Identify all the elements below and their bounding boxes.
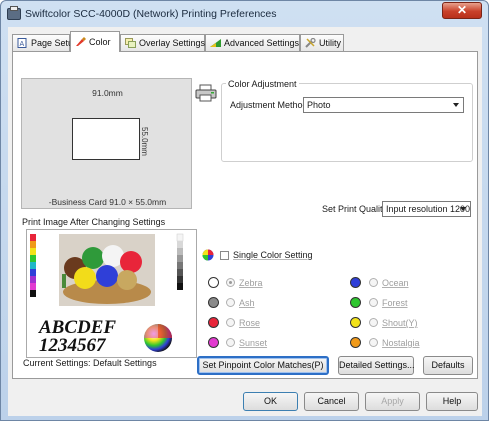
tab-color[interactable]: Color: [70, 31, 120, 52]
shout-radio[interactable]: [369, 318, 378, 327]
paper-width-label: 91.0mm: [92, 88, 123, 98]
tab-advanced-settings[interactable]: Advanced Settings: [205, 34, 300, 51]
adjustment-method-select[interactable]: Photo: [303, 97, 464, 113]
chevron-down-icon: [460, 207, 466, 211]
nostalgia-color-icon: [350, 337, 361, 348]
ash-radio[interactable]: [226, 298, 235, 307]
forest-radio[interactable]: [369, 298, 378, 307]
close-button[interactable]: ✕: [442, 2, 482, 19]
detailed-settings-button[interactable]: Detailed Settings...: [338, 356, 415, 375]
color-brush-icon: [76, 37, 86, 46]
utility-tools-icon: [305, 38, 316, 48]
paper-outline: [72, 118, 140, 160]
ocean-color-icon: [350, 277, 361, 288]
chevron-down-icon: [453, 103, 459, 107]
ocean-option-label: Ocean: [382, 278, 409, 288]
title-bar[interactable]: Swiftcolor SCC-4000D (Network) Printing …: [1, 1, 488, 27]
sample-print-image: ABCDEF 1234567: [26, 229, 197, 358]
help-button[interactable]: Help: [426, 392, 478, 411]
adjustment-method-value: Photo: [307, 100, 331, 110]
sunset-radio[interactable]: [226, 338, 235, 347]
single-color-checkbox[interactable]: [220, 251, 229, 260]
single-color-label: Single Color Setting: [233, 250, 313, 260]
zebra-option-label: Zebra: [239, 278, 263, 288]
print-quality-select[interactable]: Input resolution 1200dpi: [382, 201, 471, 217]
svg-text:A: A: [20, 41, 25, 48]
paper-size-label: -Business Card 91.0 × 55.0mm: [48, 197, 167, 207]
printer-icon: [195, 84, 217, 102]
nostalgia-option-label: Nostalgia: [382, 338, 420, 348]
color-adjustment-group: Color Adjustment Adjustment Method Photo: [221, 79, 473, 162]
color-tab-panel: 91.0mm 55.0mm -Business Card 91.0 × 55.0…: [12, 51, 478, 379]
print-quality-label: Set Print Quality: [322, 204, 388, 214]
ocean-radio[interactable]: [369, 278, 378, 287]
printing-preferences-window: Swiftcolor SCC-4000D (Network) Printing …: [0, 0, 489, 421]
single-color-icon: [202, 249, 214, 261]
shout-option-label: Shout(Y): [382, 318, 418, 328]
zebra-radio[interactable]: [226, 278, 235, 287]
sample-yarn-image: ABCDEF 1234567: [30, 233, 184, 356]
ash-option-label: Ash: [239, 298, 255, 308]
advanced-settings-icon: [210, 39, 221, 47]
tab-page-setup[interactable]: A Page Setup: [12, 34, 78, 51]
tab-label: Utility: [319, 38, 341, 48]
tab-label: Advanced Settings: [224, 38, 300, 48]
ash-color-icon: [208, 297, 219, 308]
zebra-color-icon: [208, 277, 219, 288]
overlay-icon: [125, 38, 136, 48]
tab-overlay-settings[interactable]: Overlay Settings: [120, 34, 205, 51]
defaults-button[interactable]: Defaults: [423, 356, 473, 375]
apply-button[interactable]: Apply: [365, 392, 420, 411]
adjustment-method-label: Adjustment Method: [230, 100, 308, 110]
nostalgia-radio[interactable]: [369, 338, 378, 347]
page-setup-icon: A: [17, 38, 27, 48]
sample-section-label: Print Image After Changing Settings: [22, 217, 166, 227]
tab-label: Overlay Settings: [139, 38, 206, 48]
ok-button[interactable]: OK: [243, 392, 298, 411]
rose-radio[interactable]: [226, 318, 235, 327]
cancel-button[interactable]: Cancel: [304, 392, 359, 411]
color-adjustment-legend: Color Adjustment: [226, 79, 299, 89]
window-title: Swiftcolor SCC-4000D (Network) Printing …: [25, 8, 277, 20]
print-quality-value: Input resolution 1200dpi: [386, 204, 471, 214]
tab-label: Color: [89, 37, 111, 47]
set-pinpoint-color-button[interactable]: Set Pinpoint Color Matches(P): [197, 356, 329, 375]
tab-utility[interactable]: Utility: [300, 34, 344, 51]
sample-text-line2: 1234567: [39, 335, 107, 356]
dialog-client-area: A Page Setup Color Overlay Settings Adva…: [8, 27, 482, 416]
current-settings-label: Current Settings: Default Settings: [23, 358, 157, 368]
shout-color-icon: [350, 317, 361, 328]
paper-preview: 91.0mm 55.0mm -Business Card 91.0 × 55.0…: [21, 78, 192, 209]
sunset-option-label: Sunset: [239, 338, 268, 348]
rose-color-icon: [208, 317, 219, 328]
rose-option-label: Rose: [239, 318, 261, 328]
printer-app-icon: [7, 6, 21, 20]
sunset-color-icon: [208, 337, 219, 348]
forest-option-label: Forest: [382, 298, 408, 308]
forest-color-icon: [350, 297, 361, 308]
paper-height-label: 55.0mm: [140, 127, 149, 156]
